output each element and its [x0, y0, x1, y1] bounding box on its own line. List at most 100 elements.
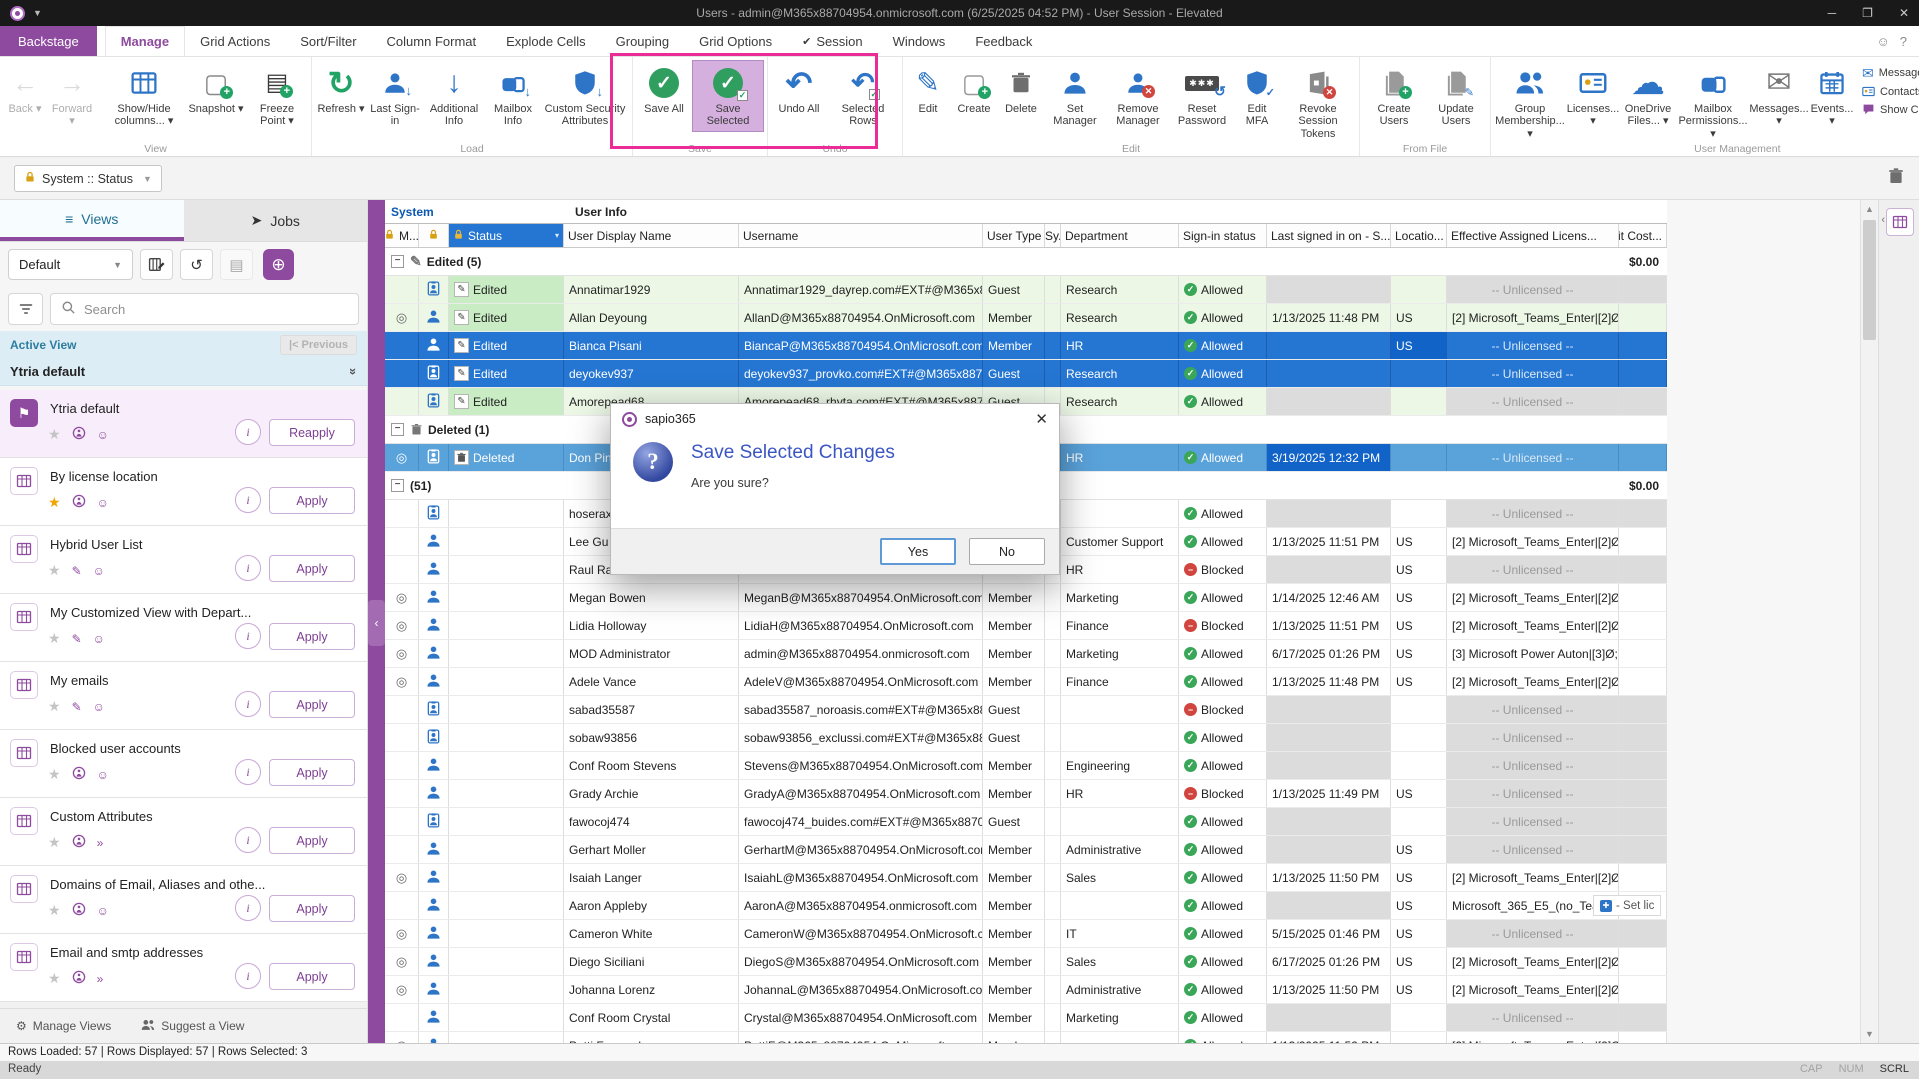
favorite-star-icon[interactable]: ★ — [48, 698, 61, 715]
selected-rows-button[interactable]: ↶✓Selected Rows — [827, 60, 899, 132]
column-header-effective-assigned-licens[interactable]: Effective Assigned Licens... — [1447, 224, 1619, 247]
collapse-group-icon[interactable]: − — [391, 479, 404, 492]
tab-windows[interactable]: Windows — [878, 26, 961, 56]
tab-feedback[interactable]: Feedback — [960, 26, 1047, 56]
tab-sort-filter[interactable]: Sort/Filter — [285, 26, 371, 56]
view-info-button[interactable]: i — [235, 691, 261, 717]
events-button[interactable]: Events... ▾ — [1808, 60, 1856, 132]
update-users-button[interactable]: ✎Update Users — [1425, 60, 1487, 132]
create-button[interactable]: ▢+Create — [950, 60, 998, 119]
grid-panel-icon[interactable] — [1886, 208, 1914, 236]
favorite-star-icon[interactable]: ★ — [48, 970, 61, 987]
tab-grid-actions[interactable]: Grid Actions — [185, 26, 285, 56]
table-row[interactable]: ◎Diego SicilianiDiegoS@M365x88704954.OnM… — [385, 948, 1667, 976]
apply-view-button[interactable]: Apply — [269, 623, 355, 650]
previous-view-button[interactable]: |< Previous — [280, 335, 357, 355]
view-info-button[interactable]: i — [235, 487, 261, 513]
suggest-view-link[interactable]: Suggest a View — [141, 1018, 244, 1035]
mailbox-permissions-button[interactable]: Mailbox Permissions... ▾ — [1676, 60, 1750, 144]
view-info-button[interactable]: i — [235, 827, 261, 853]
column-header-m[interactable]: M... — [385, 224, 419, 247]
table-row[interactable]: ◎Cameron WhiteCameronW@M365x88704954.OnM… — [385, 920, 1667, 948]
maximize-button[interactable]: ❐ — [1862, 6, 1873, 20]
dialog-close-icon[interactable]: ✕ — [1035, 410, 1048, 428]
edit-button[interactable]: ✎Edit — [906, 60, 950, 119]
show-hide-columns-button[interactable]: Show/Hide columns... ▾ — [102, 60, 186, 132]
tab-backstage[interactable]: Backstage — [0, 26, 97, 56]
table-row[interactable]: ◎Adele VanceAdeleV@M365x88704954.OnMicro… — [385, 668, 1667, 696]
table-row[interactable]: sabad35587sabad35587_noroasis.com#EXT#@M… — [385, 696, 1667, 724]
column-header-last-signed-in-on-s[interactable]: Last signed in on - S... — [1267, 224, 1391, 247]
contacts-button[interactable]: Contacts...▼ — [1862, 85, 1919, 98]
column-header-department[interactable]: Department — [1061, 224, 1179, 247]
favorite-star-icon[interactable]: ★ — [48, 902, 61, 919]
remove-manager-button[interactable]: ✕Remove Manager — [1106, 60, 1170, 132]
tab-session[interactable]: ✔Session — [787, 26, 877, 56]
favorite-star-icon[interactable]: ★ — [48, 426, 61, 443]
apply-view-button[interactable]: Apply — [269, 759, 355, 786]
column-header-status[interactable]: Status▾ — [449, 224, 564, 247]
view-info-button[interactable]: i — [235, 895, 261, 921]
message-rules-button[interactable]: ✉Message Rules...▼ — [1862, 66, 1919, 80]
back-button[interactable]: ←Back ▾ — [3, 60, 47, 119]
view-item-hybrid-user-list[interactable]: Hybrid User List★✎☺iApply — [0, 526, 367, 594]
licenses-button[interactable]: Licenses... ▾ — [1566, 60, 1620, 132]
reset-view-button[interactable]: ↺ — [180, 249, 213, 280]
column-header-lock[interactable] — [419, 224, 449, 247]
view-item-by-license-location[interactable]: By license location★☺iApply — [0, 458, 367, 526]
column-header-locatio[interactable]: Locatio... — [1391, 224, 1447, 247]
column-header-sign-in-status[interactable]: Sign-in status — [1179, 224, 1267, 247]
apply-view-button[interactable]: Apply — [269, 827, 355, 854]
set-manager-button[interactable]: Set Manager — [1044, 60, 1106, 132]
table-row[interactable]: ◎✎EditedAllan DeyoungAllanD@M365x8870495… — [385, 304, 1667, 332]
view-item-email-and-smtp-addresses[interactable]: Email and smtp addresses★»iApply — [0, 934, 367, 1002]
onedrive-files-button[interactable]: ☁OneDrive Files... ▾ — [1620, 60, 1676, 132]
group-row-edited-5[interactable]: −✎Edited (5)$0.00 — [385, 248, 1667, 276]
table-row[interactable]: Conf Room CrystalCrystal@M365x88704954.O… — [385, 1004, 1667, 1032]
additional-info-button[interactable]: ↓Additional Info — [423, 60, 485, 132]
apply-view-button[interactable]: Apply — [269, 691, 355, 718]
table-row[interactable]: ◎MOD Administratoradmin@M365x88704954.on… — [385, 640, 1667, 668]
table-row[interactable]: ✎Editeddeyokev937deyokev937_provko.com#E… — [385, 360, 1667, 388]
undo-all-button[interactable]: ↶Undo All — [771, 60, 827, 119]
table-row[interactable]: ✎EditedBianca PisaniBiancaP@M365x8870495… — [385, 332, 1667, 360]
snapshot-button[interactable]: ▢+Snapshot ▾ — [186, 60, 246, 119]
reset-password-button[interactable]: ✱✱✱↺Reset Password — [1170, 60, 1234, 132]
table-row[interactable]: ◎Isaiah LangerIsaiahL@M365x88704954.OnMi… — [385, 864, 1667, 892]
column-header-sy[interactable]: Sy... — [1045, 224, 1061, 247]
table-row[interactable]: ◎Johanna LorenzJohannaL@M365x88704954.On… — [385, 976, 1667, 1004]
view-set-dropdown[interactable]: Default ▼ — [8, 249, 133, 280]
edit-mfa-button[interactable]: ✓Edit MFA — [1234, 60, 1280, 132]
save-all-button[interactable]: ✓Save All — [636, 60, 692, 119]
view-selector[interactable]: System :: Status ▼ — [14, 165, 162, 192]
delete-button[interactable]: Delete — [998, 60, 1044, 119]
table-row[interactable]: ✎EditedAnnatimar1929Annatimar1929_dayrep… — [385, 276, 1667, 304]
apply-view-button[interactable]: Apply — [269, 555, 355, 582]
show-chats-button[interactable]: Show Chats...▼ — [1862, 103, 1919, 116]
collapse-group-icon[interactable]: − — [391, 423, 404, 436]
mailbox-info-button[interactable]: ↓Mailbox Info — [485, 60, 541, 132]
tab-column-format[interactable]: Column Format — [372, 26, 492, 56]
table-row[interactable]: ◎Patti FernandezPattiF@M365x88704954.OnM… — [385, 1032, 1667, 1043]
messages-button[interactable]: ✉Messages... ▾ — [1750, 60, 1808, 132]
reapply-view-button[interactable]: Reapply — [269, 419, 355, 446]
view-info-button[interactable]: i — [235, 623, 261, 649]
save-view-button[interactable]: ▤ — [220, 249, 253, 280]
minimize-button[interactable]: ─ — [1828, 6, 1837, 20]
table-row[interactable]: Aaron ApplebyAaronA@M365x88704954.onmicr… — [385, 892, 1667, 920]
column-header-username[interactable]: Username — [739, 224, 983, 247]
tab-grouping[interactable]: Grouping — [601, 26, 684, 56]
table-row[interactable]: ◎Lidia HollowayLidiaH@M365x88704954.OnMi… — [385, 612, 1667, 640]
refresh-button[interactable]: ↻Refresh ▾ — [315, 60, 367, 119]
scroll-up-icon[interactable]: ▲ — [1861, 204, 1878, 214]
collapse-chevrons-icon[interactable]: » — [346, 368, 361, 375]
tab-jobs[interactable]: ➤ Jobs — [184, 200, 368, 241]
create-users-button[interactable]: +Create Users — [1363, 60, 1425, 132]
save-selected-button[interactable]: ✓✓Save Selected — [692, 60, 764, 132]
favorite-star-icon[interactable]: ★ — [48, 766, 61, 783]
column-header-user-display-name[interactable]: User Display Name — [564, 224, 739, 247]
trash-icon[interactable] — [1887, 167, 1905, 188]
revoke-session-tokens-button[interactable]: ✕Revoke Session Tokens — [1280, 60, 1356, 144]
view-item-domains-of-email-aliases-and-othe[interactable]: Domains of Email, Aliases and othe...★☺i… — [0, 866, 367, 934]
view-item-custom-attributes[interactable]: Custom Attributes★»iApply — [0, 798, 367, 866]
